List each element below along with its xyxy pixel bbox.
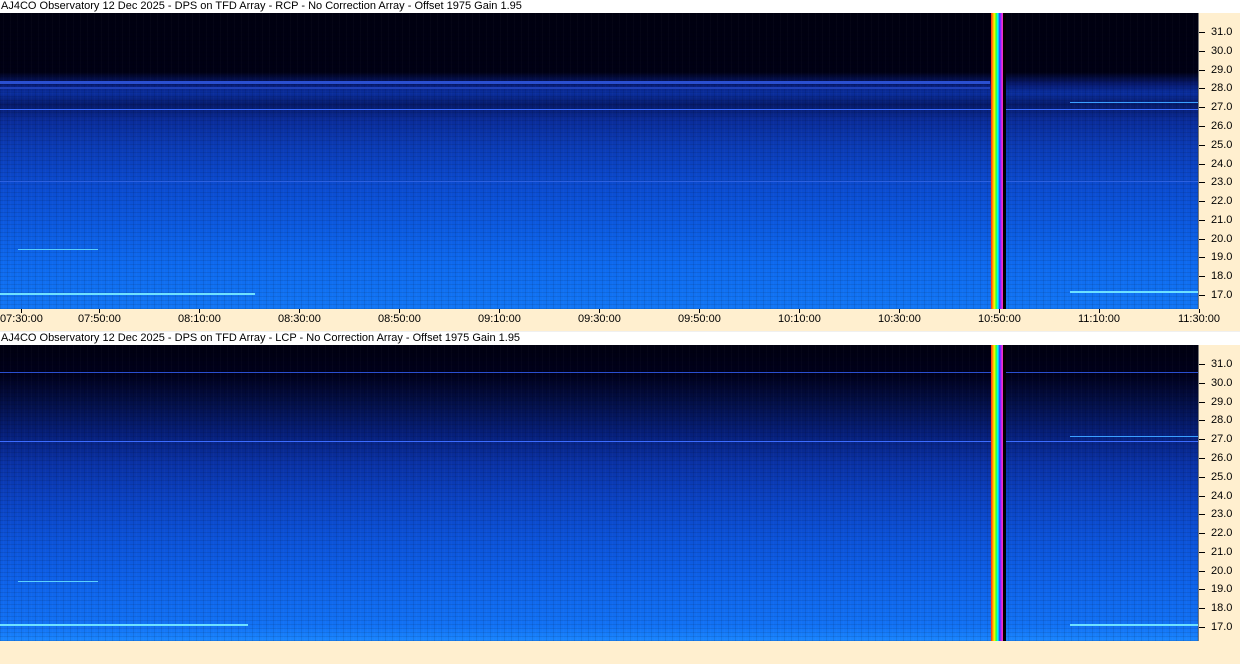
lcp-freq-label: 31.0: [1211, 358, 1233, 370]
rcp-freq-label: 17.0: [1211, 289, 1233, 301]
lcp-freq-label: 24.0: [1211, 490, 1233, 502]
lcp-freq-label: 23.0: [1211, 508, 1233, 520]
time-label: 10:10:00: [778, 313, 821, 325]
lcp-freq-label: 29.0: [1211, 396, 1233, 408]
rcp-freq-label: 30.0: [1211, 45, 1233, 57]
lcp-interference-band: [991, 345, 1003, 641]
time-label: 07:30:00: [0, 313, 43, 325]
time-label: 11:30:00: [1178, 313, 1221, 325]
rcp-freq-label: 28.0: [1211, 82, 1233, 94]
rcp-interference-band: [991, 13, 1003, 309]
time-label: 09:30:00: [578, 313, 621, 325]
rcp-freq-label: 18.0: [1211, 270, 1233, 282]
lcp-freq-label: 30.0: [1211, 377, 1233, 389]
lcp-freq-label: 25.0: [1211, 471, 1233, 483]
rcp-title: AJ4CO Observatory 12 Dec 2025 - DPS on T…: [0, 0, 1240, 13]
rcp-freq-label: 24.0: [1211, 158, 1233, 170]
lcp-freq-label: 19.0: [1211, 583, 1233, 595]
lcp-freq-label: 17.0: [1211, 621, 1233, 633]
time-label: 08:50:00: [378, 313, 421, 325]
rcp-freq-label: 22.0: [1211, 195, 1233, 207]
rcp-freq-label: 26.0: [1211, 120, 1233, 132]
lcp-freq-label: 22.0: [1211, 527, 1233, 539]
lcp-data-gap: [1003, 345, 1006, 641]
lcp-frequency-axis: 31.0 30.0 29.0 28.0 27.0 26.0 25.0 24.0 …: [1198, 345, 1240, 641]
lcp-freq-label: 21.0: [1211, 546, 1233, 558]
lcp-panel: AJ4CO Observatory 12 Dec 2025 - DPS on T…: [0, 332, 1240, 664]
rcp-freq-label: 27.0: [1211, 101, 1233, 113]
time-label: 09:50:00: [678, 313, 721, 325]
lcp-freq-label: 28.0: [1211, 414, 1233, 426]
rcp-freq-label: 29.0: [1211, 64, 1233, 76]
rcp-freq-label: 23.0: [1211, 176, 1233, 188]
lcp-freq-label: 20.0: [1211, 565, 1233, 577]
lcp-spectrogram[interactable]: [0, 345, 1198, 641]
rcp-panel: AJ4CO Observatory 12 Dec 2025 - DPS on T…: [0, 0, 1240, 331]
rcp-freq-label: 19.0: [1211, 251, 1233, 263]
lcp-freq-label: 26.0: [1211, 452, 1233, 464]
time-label: 10:30:00: [878, 313, 921, 325]
time-label: 07:50:00: [78, 313, 121, 325]
rcp-data-gap: [1003, 13, 1006, 309]
rcp-freq-label: 21.0: [1211, 214, 1233, 226]
lcp-time-axis: [0, 641, 1240, 664]
time-label: 10:50:00: [978, 313, 1021, 325]
time-label: 08:30:00: [278, 313, 321, 325]
rcp-freq-label: 31.0: [1211, 26, 1233, 38]
time-label: 11:10:00: [1078, 313, 1121, 325]
rcp-frequency-axis: 31.0 30.0 29.0 28.0 27.0 26.0 25.0 24.0 …: [1198, 13, 1240, 309]
lcp-title: AJ4CO Observatory 12 Dec 2025 - DPS on T…: [0, 332, 1240, 345]
lcp-freq-label: 18.0: [1211, 602, 1233, 614]
time-label: 09:10:00: [478, 313, 521, 325]
rcp-time-axis: 07:30:00 07:50:00 08:10:00 08:30:00 08:5…: [0, 309, 1240, 331]
rcp-freq-label: 20.0: [1211, 233, 1233, 245]
lcp-freq-label: 27.0: [1211, 433, 1233, 445]
rcp-spectrogram[interactable]: [0, 13, 1198, 309]
rcp-freq-label: 25.0: [1211, 139, 1233, 151]
time-label: 08:10:00: [178, 313, 221, 325]
